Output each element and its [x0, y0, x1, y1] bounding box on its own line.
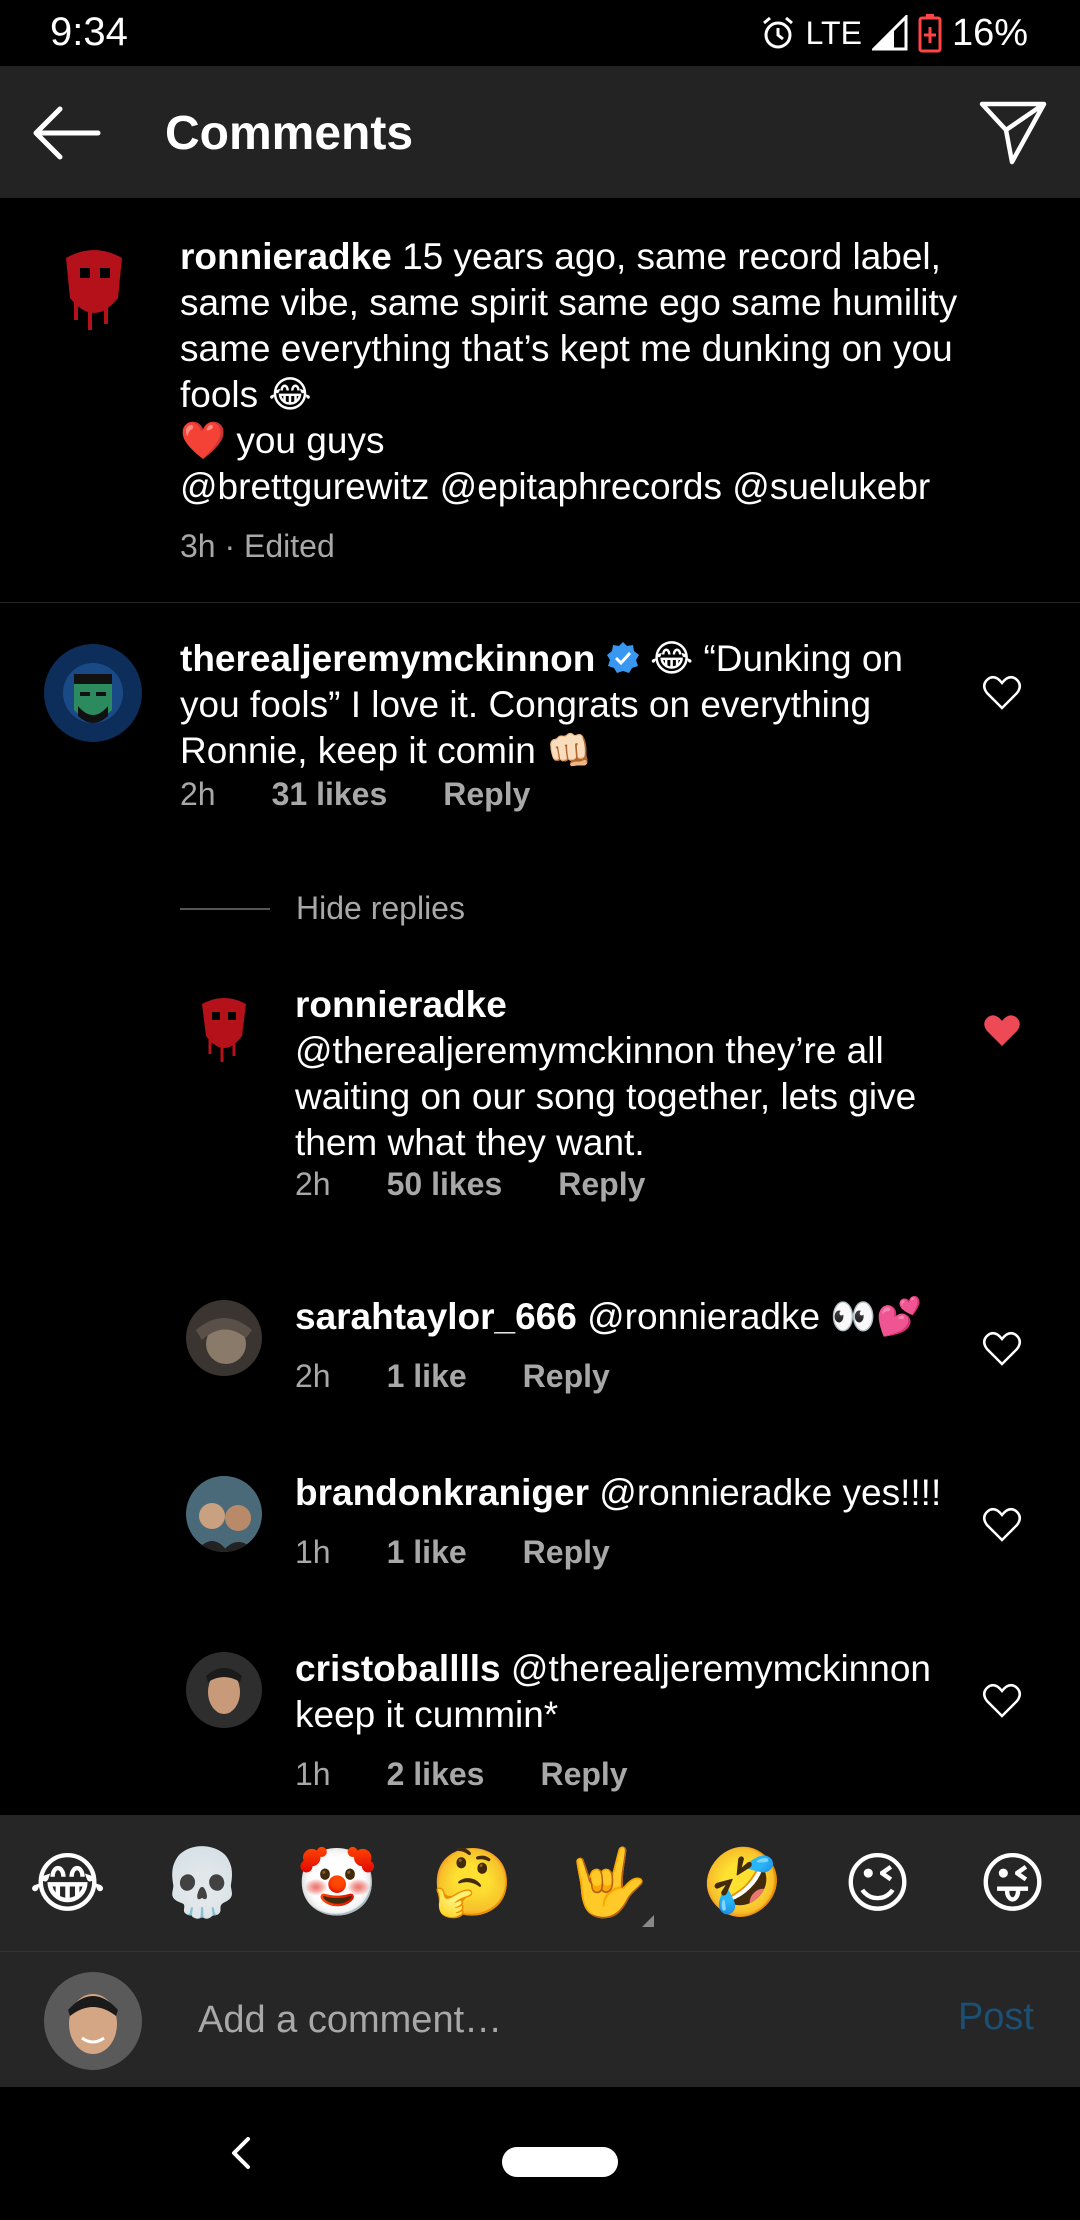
verified-badge-icon — [606, 642, 639, 673]
reply-likes[interactable]: 1 like — [387, 1358, 467, 1395]
emoji-button[interactable]: 💀 — [153, 1844, 253, 1922]
reply-button[interactable]: Reply — [540, 1756, 627, 1793]
status-bar: 9:34 LTE 16% — [0, 0, 1080, 66]
reply-time: 1h — [295, 1756, 331, 1792]
skin-tone-indicator-icon — [642, 1915, 654, 1927]
emoji-button[interactable]: 🤡 — [288, 1844, 388, 1922]
liked-heart-icon[interactable] — [982, 1012, 1022, 1050]
direct-send-icon[interactable] — [974, 96, 1050, 166]
hide-replies-button[interactable]: Hide replies — [180, 890, 465, 927]
avatar[interactable] — [186, 1652, 262, 1728]
status-time: 9:34 — [50, 10, 128, 54]
caption-line2: you guys — [226, 420, 385, 461]
comments-list[interactable]: ronnieradke 15 years ago, same record la… — [0, 198, 1080, 1815]
heart-emoji: ❤️ — [180, 420, 227, 461]
emoji-button[interactable]: 😂 — [18, 1845, 118, 1922]
reply-meta: 2h 1 like Reply — [295, 1358, 610, 1395]
reply-likes[interactable]: 2 likes — [387, 1756, 485, 1793]
divider — [180, 907, 270, 910]
reply-meta: 1h 1 like Reply — [295, 1534, 610, 1571]
reply-meta: 1h 2 likes Reply — [295, 1756, 628, 1793]
caption-username[interactable]: ronnieradke — [180, 236, 392, 277]
reply-time: 2h — [295, 1166, 331, 1202]
reply-item: cristoballlls @therealjeremymckinnon kee… — [0, 1646, 1080, 1815]
back-arrow-icon[interactable] — [26, 98, 106, 168]
network-label: LTE — [805, 14, 862, 51]
reply-text: ronnieradke @therealjeremymckinnon they’… — [295, 982, 955, 1166]
avatar — [44, 1972, 142, 2070]
reply-username[interactable]: ronnieradke — [295, 984, 507, 1025]
status-icons: LTE 16% — [760, 10, 1028, 56]
page-title: Comments — [165, 107, 414, 160]
reply-username[interactable]: sarahtaylor_666 — [295, 1296, 577, 1337]
avatar[interactable] — [186, 988, 262, 1064]
reply-meta: 2h 50 likes Reply — [295, 1166, 645, 1203]
reply-time: 2h — [295, 1358, 331, 1394]
reply-button[interactable]: Reply — [523, 1534, 610, 1571]
reply-item: ronnieradke @therealjeremymckinnon they’… — [0, 978, 1080, 1202]
comment-likes[interactable]: 31 likes — [272, 776, 388, 813]
home-pill-button[interactable] — [502, 2147, 618, 2177]
reply-button[interactable]: Reply — [443, 776, 530, 813]
reply-item: sarahtaylor_666 @ronnieradke 👀💕 2h 1 lik… — [0, 1294, 1080, 1434]
reply-body: @ronnieradke yes!!!! — [589, 1472, 942, 1513]
avatar[interactable] — [44, 644, 142, 742]
reply-button[interactable]: Reply — [558, 1166, 645, 1203]
hide-replies-label: Hide replies — [296, 890, 465, 926]
like-heart-icon[interactable] — [982, 1506, 1022, 1544]
reply-text: brandonkraniger @ronnieradke yes!!!! — [295, 1470, 955, 1516]
reply-username[interactable]: cristoballlls — [295, 1648, 501, 1689]
emoji-button[interactable]: 😉 — [828, 1845, 928, 1922]
like-heart-icon[interactable] — [982, 674, 1022, 712]
reply-item: brandonkraniger @ronnieradke yes!!!! 1h … — [0, 1470, 1080, 1610]
comment-meta: 2h 31 likes Reply — [180, 776, 530, 813]
like-heart-icon[interactable] — [982, 1330, 1022, 1368]
post-caption: ronnieradke 15 years ago, same record la… — [0, 198, 1080, 603]
battery-icon — [918, 14, 942, 53]
reply-username[interactable]: brandonkraniger — [295, 1472, 589, 1513]
alarm-icon — [762, 16, 793, 49]
reply-likes[interactable]: 50 likes — [387, 1166, 503, 1203]
comment-text: therealjeremymckinnon 😂 “Dunking on you … — [180, 636, 940, 774]
avatar[interactable] — [186, 1300, 262, 1376]
emoji-button[interactable]: 😜 — [963, 1845, 1063, 1922]
reply-body: @therealjeremymckinnon they’re all waiti… — [295, 1030, 917, 1163]
post-button[interactable]: Post — [958, 1996, 1034, 2039]
avatar[interactable] — [186, 1476, 262, 1552]
caption-text: ronnieradke 15 years ago, same record la… — [180, 234, 1000, 510]
caption-meta: 3h · Edited — [180, 528, 335, 564]
comment-composer: Post — [0, 1951, 1080, 2087]
comment-input[interactable] — [198, 1992, 898, 2048]
emoji-quick-bar: 😂 💀 🤡 🤔 🤟 🤣 😉 😜 — [0, 1815, 1080, 1951]
reply-body: @ronnieradke 👀💕 — [576, 1296, 923, 1337]
comment-username[interactable]: therealjeremymckinnon — [180, 638, 595, 679]
reply-button[interactable]: Reply — [523, 1358, 610, 1395]
comment-time: 2h — [180, 776, 216, 812]
battery-percent: 16% — [951, 11, 1028, 54]
emoji-button[interactable]: 🤔 — [423, 1844, 523, 1922]
reply-likes[interactable]: 1 like — [387, 1534, 467, 1571]
nav-back-icon[interactable] — [222, 2131, 262, 2175]
reply-text: cristoballlls @therealjeremymckinnon kee… — [295, 1646, 955, 1738]
reply-text: sarahtaylor_666 @ronnieradke 👀💕 — [295, 1294, 955, 1340]
signal-icon — [871, 15, 908, 51]
comments-header: Comments — [0, 66, 1080, 198]
like-heart-icon[interactable] — [982, 1682, 1022, 1720]
caption-mentions[interactable]: @brettgurewitz @epitaphrecords @suelukeb… — [180, 466, 930, 507]
emoji-button[interactable]: 🤣 — [693, 1844, 793, 1922]
system-nav-bar — [0, 2087, 1080, 2220]
reply-time: 1h — [295, 1534, 331, 1570]
comment-item: therealjeremymckinnon 😂 “Dunking on you … — [0, 628, 1080, 828]
avatar[interactable] — [46, 238, 142, 334]
emoji-button[interactable]: 🤟 — [558, 1844, 658, 1922]
